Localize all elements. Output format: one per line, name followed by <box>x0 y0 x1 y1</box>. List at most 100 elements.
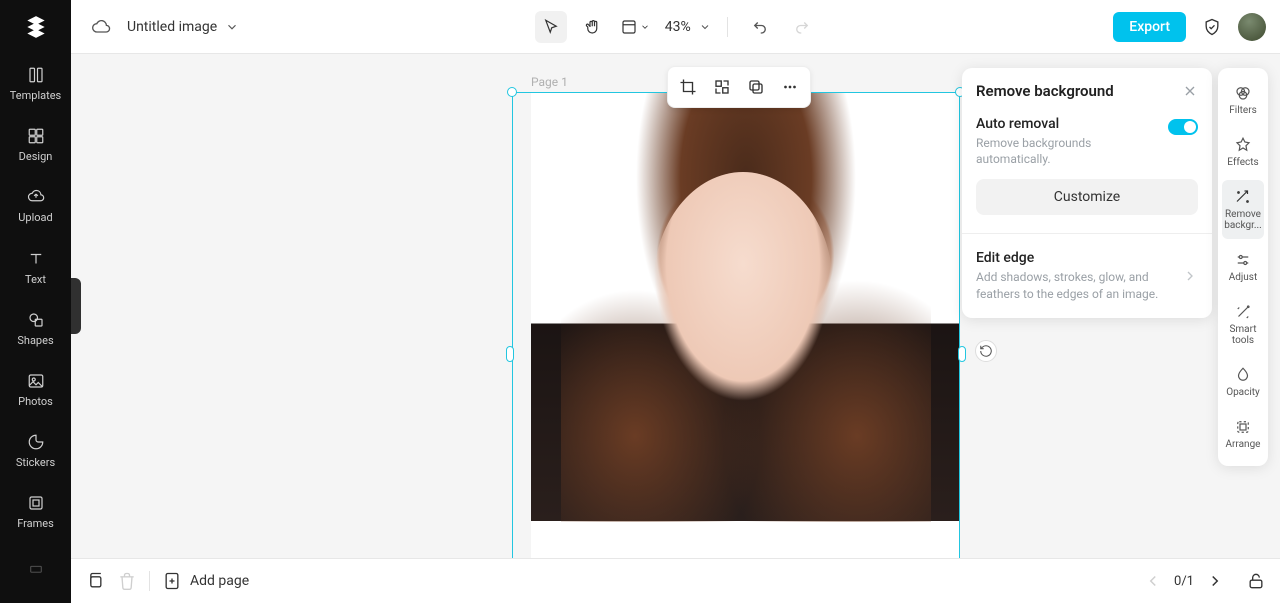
edit-edge-row[interactable]: Edit edge Add shadows, strokes, glow, an… <box>962 238 1212 317</box>
panel-title: Remove background <box>976 82 1114 100</box>
page-counter: 0/1 <box>1174 574 1194 589</box>
resize-handle-mid-left[interactable] <box>506 346 514 362</box>
file-title-text: Untitled image <box>127 19 217 35</box>
stickers-icon <box>26 432 46 452</box>
add-page-button[interactable]: Add page <box>162 571 249 591</box>
sidebar-item-label: Templates <box>10 89 61 102</box>
sidebar-item-label: Stickers <box>16 456 55 469</box>
chevron-down-icon <box>699 21 711 33</box>
chevron-down-icon <box>225 20 239 34</box>
sidebar-expand-handle[interactable] <box>71 278 81 334</box>
sidebar-item-label: Design <box>19 150 53 163</box>
tab-smart-tools[interactable]: Smart tools <box>1222 295 1264 354</box>
tab-filters[interactable]: Filters <box>1222 76 1264 124</box>
tab-adjust[interactable]: Adjust <box>1222 243 1264 291</box>
add-page-label: Add page <box>190 573 249 589</box>
sidebar-item-label: Frames <box>17 517 54 530</box>
redo-button[interactable] <box>786 11 818 43</box>
sidebar-item-shapes[interactable]: Shapes <box>0 298 71 359</box>
rotate-handle[interactable] <box>975 340 997 362</box>
arrange-icon <box>1234 418 1252 436</box>
tab-label: Adjust <box>1221 272 1265 283</box>
resize-handle-mid-right[interactable] <box>958 346 966 362</box>
sidebar-item-stickers[interactable]: Stickers <box>0 420 71 481</box>
undo-button[interactable] <box>744 11 776 43</box>
export-button[interactable]: Export <box>1113 12 1186 42</box>
add-page-icon <box>162 571 182 591</box>
right-tabs: Filters Effects Remove backgr... <box>1218 68 1268 466</box>
panel-divider <box>962 233 1212 234</box>
tab-label: Opacity <box>1221 387 1265 398</box>
sidebar-item-more[interactable] <box>0 542 71 603</box>
sidebar-item-label: Text <box>25 273 46 286</box>
resize-handle-top-left[interactable] <box>507 87 517 97</box>
prev-page-button[interactable] <box>1144 572 1162 590</box>
shapes-icon <box>26 310 46 330</box>
bottom-bar: Add page 0/1 <box>71 558 1280 603</box>
text-icon <box>26 249 46 269</box>
portrait-face <box>653 172 833 402</box>
bottom-divider <box>149 571 150 591</box>
filters-icon <box>1234 84 1252 102</box>
workspace: Page 1 <box>71 54 1280 558</box>
tab-opacity[interactable]: Opacity <box>1222 358 1264 406</box>
page-label: Page 1 <box>531 75 568 89</box>
sidebar-item-photos[interactable]: Photos <box>0 359 71 420</box>
sidebar-item-design[interactable]: Design <box>0 114 71 175</box>
canvas-area[interactable]: Page 1 <box>71 54 1280 558</box>
more-icon <box>26 561 46 581</box>
close-icon[interactable] <box>1182 83 1198 99</box>
remove-background-panel: Remove background Auto removal Remove ba… <box>962 68 1212 318</box>
edit-edge-title: Edit edge <box>976 250 1182 266</box>
delete-page-button[interactable] <box>117 571 137 591</box>
customize-button[interactable]: Customize <box>976 179 1198 215</box>
zoom-dropdown[interactable]: 43% <box>661 19 711 35</box>
frames-icon <box>26 493 46 513</box>
copy-button[interactable] <box>740 71 772 103</box>
remove-bg-button[interactable] <box>706 71 738 103</box>
lock-button[interactable] <box>1246 571 1266 591</box>
resize-canvas-tool[interactable] <box>619 11 651 43</box>
sidebar-item-text[interactable]: Text <box>0 236 71 297</box>
tab-effects[interactable]: Effects <box>1222 128 1264 176</box>
select-tool[interactable] <box>535 11 567 43</box>
next-page-button[interactable] <box>1206 572 1224 590</box>
avatar[interactable] <box>1238 13 1266 41</box>
adjust-icon <box>1234 251 1252 269</box>
cloud-status-icon[interactable] <box>85 11 117 43</box>
tab-label: Arrange <box>1221 439 1265 450</box>
contextual-toolbar <box>667 66 811 108</box>
chevron-down-icon <box>640 22 650 32</box>
sidebar-item-frames[interactable]: Frames <box>0 481 71 542</box>
zoom-value: 43% <box>665 19 691 35</box>
sidebar-item-label: Upload <box>18 211 52 224</box>
toolbar-divider <box>727 17 728 37</box>
more-options-button[interactable] <box>774 71 806 103</box>
app-logo[interactable] <box>0 0 71 53</box>
templates-icon <box>26 65 46 85</box>
tab-label: Filters <box>1221 105 1265 116</box>
auto-removal-title: Auto removal <box>976 116 1158 132</box>
tab-remove-bg[interactable]: Remove backgr... <box>1222 180 1264 239</box>
design-icon <box>26 126 46 146</box>
photos-icon <box>26 371 46 391</box>
sidebar-item-label: Photos <box>18 395 53 408</box>
tab-label: Effects <box>1221 157 1265 168</box>
tab-label: Remove backgr... <box>1221 209 1265 231</box>
duplicate-page-button[interactable] <box>85 571 105 591</box>
tab-arrange[interactable]: Arrange <box>1222 410 1264 458</box>
hand-tool[interactable] <box>577 11 609 43</box>
crop-button[interactable] <box>672 71 704 103</box>
shield-icon[interactable] <box>1196 11 1228 43</box>
auto-removal-toggle[interactable] <box>1168 119 1198 135</box>
sidebar-item-upload[interactable]: Upload <box>0 175 71 236</box>
canvas-page[interactable] <box>531 92 960 558</box>
edit-edge-desc: Add shadows, strokes, glow, and feathers… <box>976 269 1182 301</box>
auto-removal-desc: Remove backgrounds automatically. <box>976 135 1158 167</box>
main-area: Untitled image 43% <box>71 0 1280 603</box>
canvas-image[interactable] <box>531 92 960 521</box>
opacity-icon <box>1234 366 1252 384</box>
chevron-right-icon <box>1182 268 1198 284</box>
file-title[interactable]: Untitled image <box>127 19 239 35</box>
sidebar-item-templates[interactable]: Templates <box>0 53 71 114</box>
